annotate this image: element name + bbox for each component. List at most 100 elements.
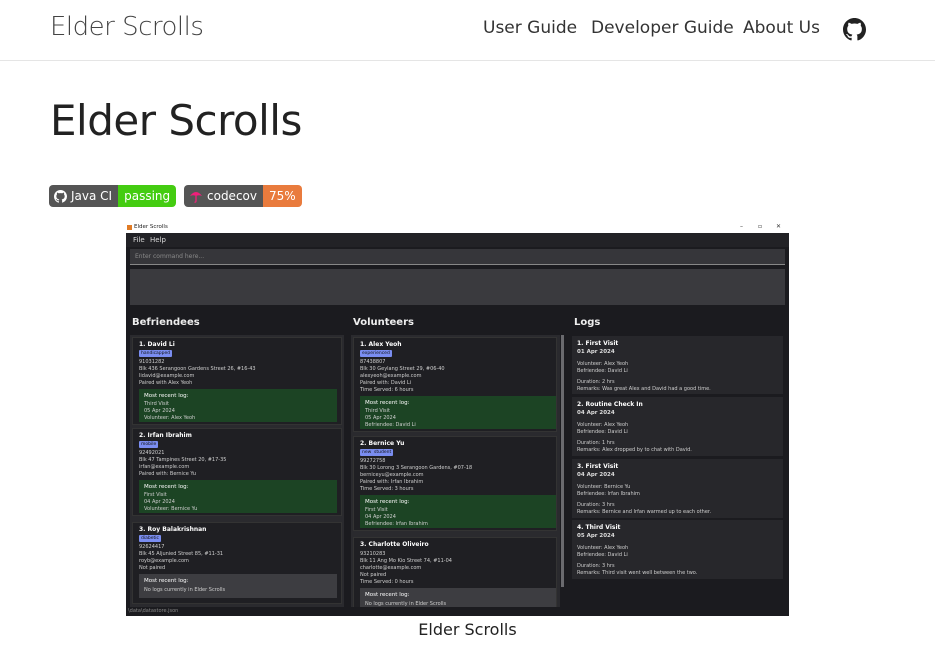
badge-label: Java CI (71, 189, 113, 203)
log-title: 3. First Visit (577, 463, 619, 470)
email-text: berniceyu@example.com (360, 472, 424, 478)
log-title-text: First Visit (144, 492, 167, 498)
pairing-text: Paired with: David Li (360, 380, 412, 386)
log-title: 1. First Visit (577, 340, 619, 347)
log-volunteer: Volunteer: Alex Yeoh (577, 361, 629, 367)
log-befriendee: Befriendee: David Li (577, 552, 628, 558)
image-caption: Elder Scrolls (418, 620, 517, 639)
phone-text: 92492021 (139, 450, 165, 456)
window-titlebar: Elder Scrolls – ▫ ✕ (126, 223, 789, 233)
volunteer-name: 3. Charlotte Oliveiro (360, 541, 429, 548)
log-partner-text: Volunteer: Alex Yeoh (144, 415, 196, 421)
log-date: 04 Apr 2024 (577, 410, 615, 416)
result-display (130, 269, 785, 305)
befriendee-card[interactable]: 2. Irfan Ibrahim mobile 92492021 Blk 47 … (132, 428, 342, 516)
log-heading: Most recent log: (365, 592, 410, 598)
app-icon (127, 225, 132, 230)
log-partner-text: Befriendee: David Li (365, 422, 416, 428)
top-navbar: Elder Scrolls User Guide Developer Guide… (0, 0, 935, 61)
volunteers-heading: Volunteers (353, 317, 414, 328)
log-card[interactable]: 4. Third Visit 05 Apr 2024 Volunteer: Al… (572, 520, 783, 579)
log-heading: Most recent log: (144, 578, 189, 584)
status-bar: \data\datastore.json (126, 607, 789, 616)
volunteer-name: 1. Alex Yeoh (360, 341, 402, 348)
volunteer-card[interactable]: 2. Bernice Yu new student 99272758 Blk 3… (353, 436, 557, 531)
volunteer-card[interactable]: 3. Charlotte Oliveiro 93210283 Blk 11 An… (353, 537, 557, 607)
email-text: irfan@example.com (139, 464, 190, 470)
log-date: 05 Apr 2024 (577, 533, 615, 539)
address-text: Blk 45 Aljunied Street 85, #11-31 (139, 551, 224, 557)
badge-value: 75% (262, 185, 302, 207)
app-screenshot: Elder Scrolls – ▫ ✕ File Help Enter comm… (126, 223, 789, 616)
log-heading: Most recent log: (365, 499, 410, 505)
log-date-text: 05 Apr 2024 (365, 415, 396, 421)
address-text: Blk 11 Ang Mo Kio Street 74, #11-04 (360, 558, 452, 564)
address-text: Blk 436 Serangoon Gardens Street 26, #16… (139, 366, 256, 372)
page-title: Elder Scrolls (50, 96, 302, 145)
log-heading: Most recent log: (365, 400, 410, 406)
volunteer-scrollbar[interactable] (561, 335, 564, 587)
log-date-text: 04 Apr 2024 (144, 499, 175, 505)
befriendee-card[interactable]: 3. Roy Balakrishnan diabetic 92624417 Bl… (132, 522, 342, 604)
pairing-text: Not paired (360, 572, 387, 578)
log-befriendee: Befriendee: David Li (577, 429, 628, 435)
log-date-text: 04 Apr 2024 (365, 514, 396, 520)
log-befriendee: Befriendee: David Li (577, 368, 628, 374)
log-remarks: Remarks: Third visit went well between t… (577, 570, 698, 576)
menu-help[interactable]: Help (150, 236, 166, 244)
email-text: royb@example.com (139, 558, 189, 564)
logs-heading: Logs (574, 317, 601, 328)
address-text: Blk 30 Geylang Street 29, #06-40 (360, 366, 445, 372)
pairing-text: Paired with: Irfan Ibrahim (360, 479, 424, 485)
minimize-icon[interactable]: – (740, 223, 743, 230)
java-ci-badge[interactable]: Java CI passing (49, 185, 177, 207)
befriendee-card[interactable]: 1. David Li handicapped 91031282 Blk 436… (132, 337, 342, 425)
log-befriendee: Befriendee: Irfan Ibrahim (577, 491, 640, 497)
befriendee-list[interactable]: 1. David Li handicapped 91031282 Blk 436… (130, 335, 344, 607)
log-date-text: 05 Apr 2024 (144, 408, 175, 414)
log-card[interactable]: 1. First Visit 01 Apr 2024 Volunteer: Al… (572, 336, 783, 394)
tag-badge: experienced (360, 350, 392, 357)
nav-developer-guide-link[interactable]: Developer Guide (591, 18, 734, 38)
recent-log-box: Most recent log: Third Visit 05 Apr 2024… (139, 389, 337, 422)
address-text: Blk 30 Lorong 3 Serangoon Gardens, #07-1… (360, 465, 473, 471)
close-icon[interactable]: ✕ (776, 223, 781, 230)
recent-log-box: Most recent log: First Visit 04 Apr 2024… (360, 495, 556, 528)
log-card[interactable]: 2. Routine Check In 04 Apr 2024 Voluntee… (572, 397, 783, 456)
menu-bar: File Help (126, 233, 789, 247)
time-served-text: Time Served: 0 hours (360, 579, 414, 585)
time-served-text: Time Served: 6 hours (360, 387, 414, 393)
codecov-umbrella-icon (190, 191, 202, 203)
site-brand-link[interactable]: Elder Scrolls (50, 12, 204, 42)
phone-text: 93210283 (360, 551, 386, 557)
menu-file[interactable]: File (133, 236, 145, 244)
log-date: 01 Apr 2024 (577, 349, 615, 355)
log-remarks: Remarks: Alex dropped by to chat with Da… (577, 447, 692, 453)
nav-about-us-link[interactable]: About Us (743, 18, 820, 38)
volunteer-name: 2. Bernice Yu (360, 440, 405, 447)
data-file-path: \data\datastore.json (128, 608, 179, 614)
window-title: Elder Scrolls (134, 224, 168, 230)
volunteer-list[interactable]: 1. Alex Yeoh experienced 87438807 Blk 30… (351, 335, 560, 607)
tag-badge: mobile (139, 441, 159, 448)
log-card[interactable]: 3. First Visit 04 Apr 2024 Volunteer: Be… (572, 459, 783, 518)
codecov-badge[interactable]: codecov 75% (184, 185, 302, 207)
maximize-icon[interactable]: ▫ (758, 223, 762, 230)
log-duration: Duration: 2 hrs (577, 379, 615, 385)
tag-badge: student (372, 449, 394, 456)
volunteer-card[interactable]: 1. Alex Yeoh experienced 87438807 Blk 30… (353, 337, 557, 432)
command-input[interactable]: Enter command here... (130, 249, 785, 265)
befriendee-name: 3. Roy Balakrishnan (139, 526, 207, 533)
badge-label: codecov (207, 189, 257, 203)
log-remarks: Remarks: Bernice and Irfan warmed up to … (577, 509, 712, 515)
no-logs-text: No logs currently in Elder Scrolls (144, 587, 226, 593)
github-icon[interactable] (843, 18, 866, 41)
nav-user-guide-link[interactable]: User Guide (483, 18, 577, 38)
email-text: lidavid@example.com (139, 373, 195, 379)
log-title-text: Third Visit (365, 408, 390, 414)
email-text: alexyeoh@example.com (360, 373, 422, 379)
log-duration: Duration: 3 hrs (577, 563, 615, 569)
befriendee-name: 1. David Li (139, 341, 175, 348)
recent-log-box: Most recent log: First Visit 04 Apr 2024… (139, 480, 337, 513)
log-title: 2. Routine Check In (577, 401, 643, 408)
